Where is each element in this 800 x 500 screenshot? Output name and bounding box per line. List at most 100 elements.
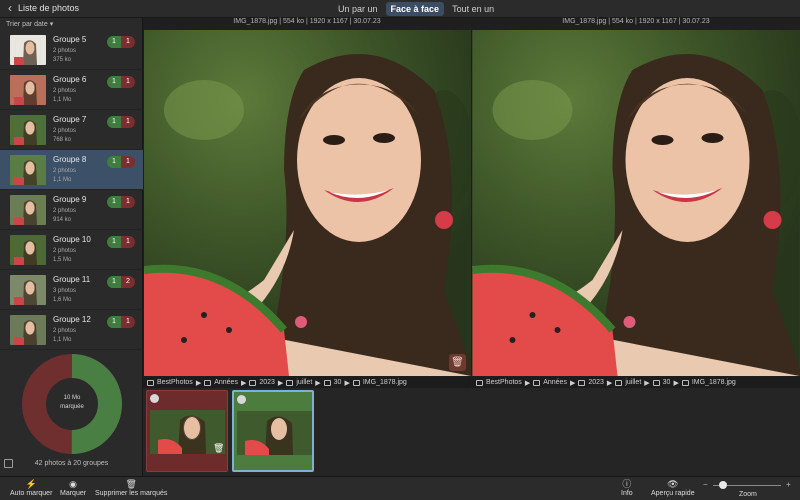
group-name: Groupe 5 [53, 35, 87, 44]
group-photo-count: 2 photos [53, 328, 77, 334]
path-segment[interactable]: 2023 [259, 379, 275, 386]
folder-icon [578, 379, 586, 386]
trash-icon[interactable]: 🗑 [213, 443, 224, 454]
folder-icon [249, 379, 257, 386]
filmstrip: 🗑 [143, 388, 800, 476]
group-photo-count: 2 photos [53, 88, 77, 94]
file-icon [352, 379, 360, 386]
path-separator: ▶ [240, 379, 247, 387]
group-name: Groupe 11 [53, 275, 91, 284]
sidebar-group-item[interactable]: Groupe 10 2 photos 1,5 Mo 1 1 [0, 230, 143, 270]
group-thumbnail [10, 315, 46, 345]
group-details: 3 photos 1,6 Mo [53, 287, 76, 305]
path-segment[interactable]: BestPhotos [157, 379, 193, 386]
group-size: 768 ko [53, 137, 72, 143]
group-details: 2 photos 768 ko [53, 127, 76, 145]
tab-un-par-un[interactable]: Un par un [333, 2, 383, 16]
right-image-viewer[interactable] [472, 30, 800, 376]
group-status-badges: 11 [107, 156, 135, 168]
marked-count-badge: 1 [121, 116, 135, 128]
group-photo-count: 2 photos [53, 208, 77, 214]
trash-button[interactable]: 🗑 [449, 354, 466, 371]
mark-button[interactable]: ◉ Marquer [60, 479, 86, 497]
group-size: 914 ko [53, 217, 72, 223]
tab-face-a-face[interactable]: Face à face [385, 2, 445, 16]
group-details: 2 photos 1,5 Mo [53, 247, 76, 265]
filmstrip-item-kept[interactable] [232, 390, 314, 472]
group-name: Groupe 6 [53, 75, 87, 84]
photo-thumbnail [237, 411, 312, 455]
group-status-badges: 11 [107, 196, 135, 208]
path-separator: ▶ [195, 379, 202, 387]
view-mode-control: Un par un Face à face Tout en un [333, 2, 499, 16]
sidebar-group-item[interactable]: Groupe 8 2 photos 1,1 Mo 1 1 [0, 150, 143, 190]
group-photo-count: 2 photos [53, 168, 77, 174]
sort-dropdown[interactable]: Trier par date ▾ [0, 18, 142, 30]
kept-count-badge: 1 [107, 196, 121, 208]
zoom-knob[interactable] [719, 481, 728, 489]
group-photo-count: 2 photos [53, 48, 77, 54]
auto-mark-label: Auto marquer [10, 490, 53, 497]
sidebar-group-item[interactable]: Groupe 5 2 photos 375 ko 1 1 [0, 30, 143, 70]
zoom-slider[interactable]: − + [703, 480, 793, 490]
path-segment[interactable]: 30 [334, 379, 342, 386]
sidebar-group-item[interactable]: Groupe 9 2 photos 914 ko 1 1 [0, 190, 143, 230]
path-segment[interactable]: juillet [296, 379, 312, 386]
left-image-viewer[interactable]: 🗑 [144, 30, 471, 376]
group-status-badges: 11 [107, 316, 135, 328]
group-details: 2 photos 1,1 Mo [53, 87, 76, 105]
mark-label: Marquer [60, 490, 87, 497]
path-segment[interactable]: Années [543, 379, 567, 386]
path-separator: ▶ [277, 379, 284, 387]
quick-look-label: Aperçu rapide [651, 490, 695, 497]
marked-count-badge: 1 [121, 196, 135, 208]
group-details: 2 photos 1,1 Mo [53, 327, 76, 345]
filmstrip-item-marked[interactable]: 🗑 [146, 390, 228, 472]
info-icon: ⓘ [622, 479, 632, 489]
marked-count-badge: 1 [121, 156, 135, 168]
group-size: 375 ko [53, 57, 72, 63]
group-details: 2 photos 375 ko [53, 47, 76, 65]
back-label: Liste de photos [18, 3, 80, 13]
eye-icon: 👁 [667, 479, 679, 489]
sidebar-group-item[interactable]: Groupe 12 2 photos 1,1 Mo 1 1 [0, 310, 143, 350]
group-name: Groupe 9 [53, 195, 87, 204]
trash-icon: 🗑 [125, 479, 137, 489]
path-segment[interactable]: Années [214, 379, 238, 386]
group-thumbnail [10, 35, 46, 65]
auto-mark-button[interactable]: ⚡ Auto marquer [10, 479, 52, 497]
path-segment[interactable]: BestPhotos [486, 379, 522, 386]
sidebar: Trier par date ▾ Groupe 5 2 photos 375 ko 1… [0, 18, 143, 476]
group-size: 1,6 Mo [53, 297, 72, 303]
zoom-out-icon[interactable]: − [703, 480, 708, 489]
path-segment[interactable]: 2023 [588, 379, 604, 386]
sidebar-group-item[interactable]: Groupe 7 2 photos 768 ko 1 1 [0, 110, 143, 150]
folder-icon [652, 379, 660, 386]
tab-tout-en-un[interactable]: Tout en un [447, 2, 499, 16]
info-button[interactable]: ⓘ Info [621, 479, 633, 497]
group-status-badges: 11 [107, 36, 135, 48]
eye-icon[interactable] [237, 395, 246, 404]
back-button[interactable]: ‹ Liste de photos [8, 2, 80, 14]
path-separator: ▶ [644, 379, 650, 387]
eye-icon[interactable] [150, 394, 159, 403]
path-segment[interactable]: 30 [663, 379, 671, 386]
group-thumbnail [10, 115, 46, 145]
donut-label: 10 Mo marquée [22, 394, 122, 412]
kept-count-badge: 1 [107, 316, 121, 328]
path-segment[interactable]: juillet [625, 379, 641, 386]
quick-look-button[interactable]: 👁 Aperçu rapide [651, 479, 695, 497]
drive-icon [476, 379, 483, 386]
delete-marked-button[interactable]: 🗑 Supprimer les marqués [95, 479, 167, 497]
right-path-breadcrumb: BestPhotos ▶ Années ▶ 2023 ▶ juillet ▶ 30 ▶ I… [472, 377, 800, 388]
sidebar-group-item[interactable]: Groupe 11 3 photos 1,6 Mo 1 2 [0, 270, 143, 310]
path-segment[interactable]: IMG_1878.jpg [692, 379, 736, 386]
sidebar-group-item[interactable]: Groupe 6 2 photos 1,1 Mo 1 1 [0, 70, 143, 110]
zoom-in-icon[interactable]: + [786, 480, 791, 489]
path-segment[interactable]: IMG_1878.jpg [363, 379, 407, 386]
left-path-breadcrumb: BestPhotos ▶ Années ▶ 2023 ▶ juillet ▶ 30 ▶ I… [143, 377, 471, 388]
chevron-down-icon: ▾ [49, 21, 54, 28]
mark-icon: ◉ [69, 479, 77, 489]
group-name: Groupe 12 [53, 315, 91, 324]
group-photo-count: 3 photos [53, 288, 77, 294]
